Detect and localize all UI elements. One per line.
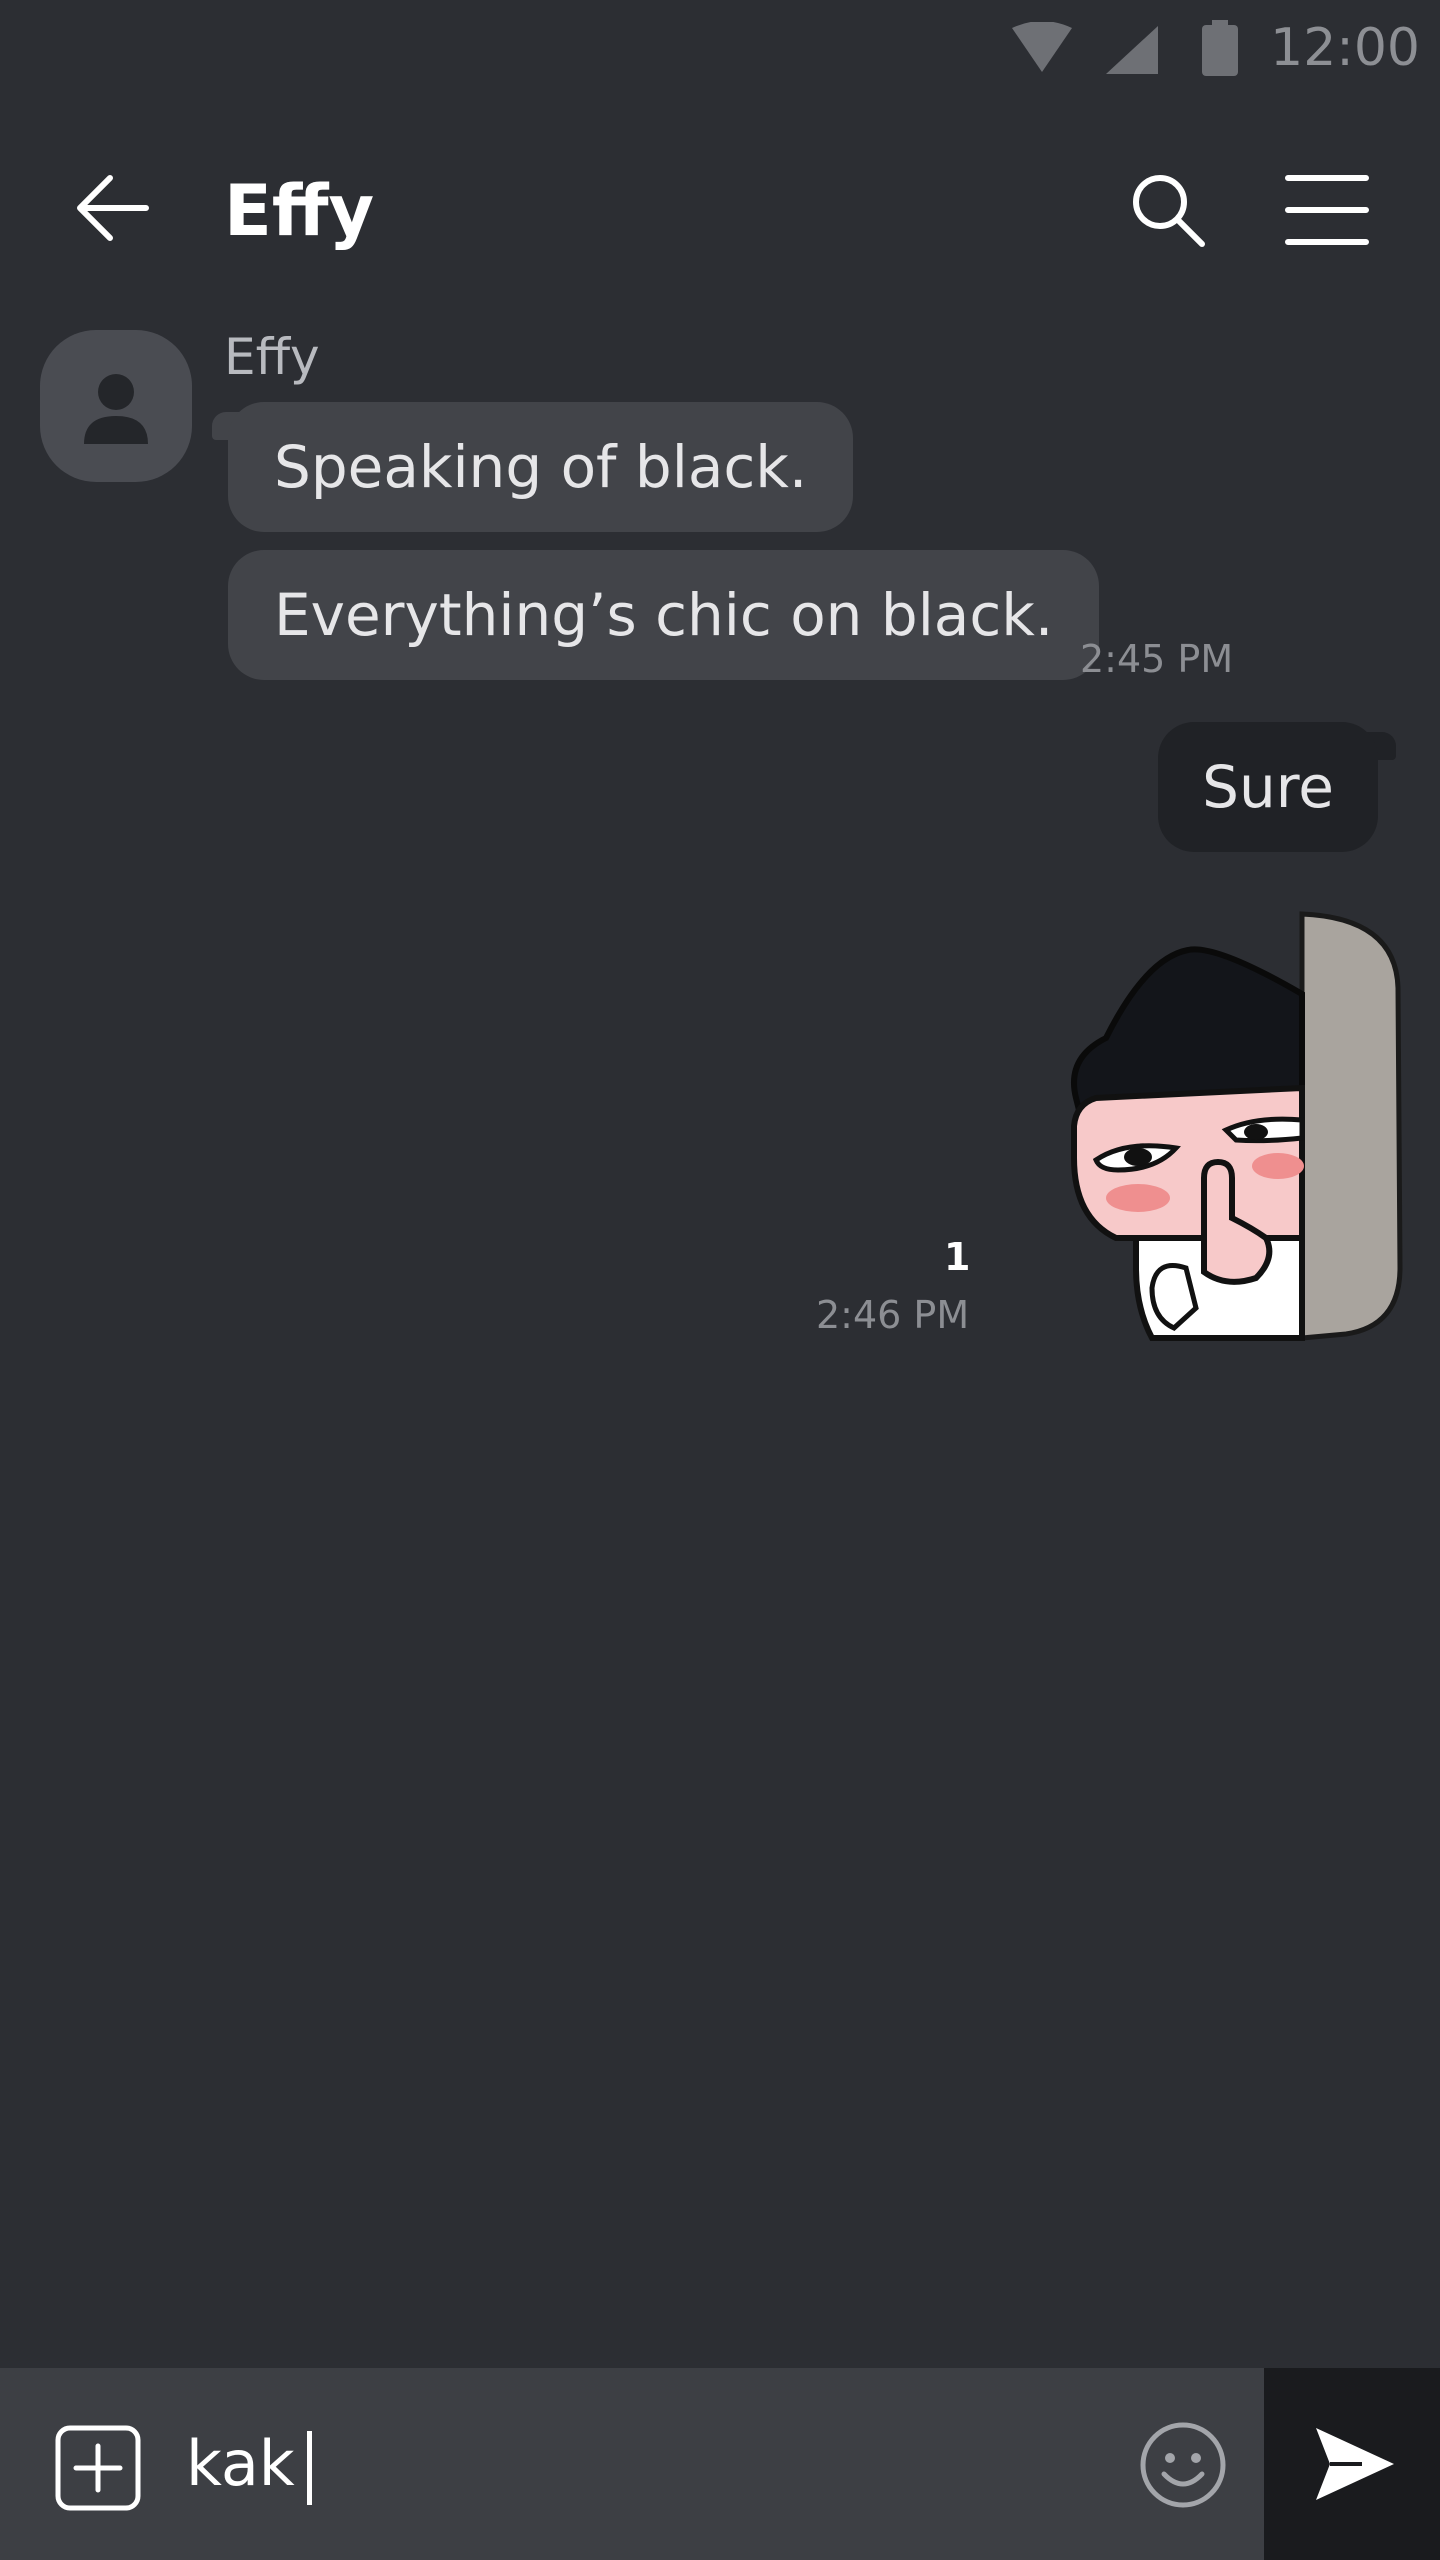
- unread-count: 1: [944, 1235, 971, 1279]
- incoming-message[interactable]: Speaking of black.: [228, 402, 854, 532]
- chat-screen: 12:00 Effy Effy Speaking of black. Every…: [0, 0, 1440, 2560]
- wifi-icon: [1012, 22, 1072, 72]
- sender-name: Effy: [224, 328, 320, 386]
- chat-header: Effy: [0, 110, 1440, 310]
- message-time: 2:46 PM: [816, 1293, 970, 1337]
- menu-icon[interactable]: [1284, 172, 1370, 248]
- outgoing-message[interactable]: Sure: [1158, 722, 1378, 852]
- incoming-message[interactable]: Everything’s chic on black.: [228, 550, 1100, 680]
- avatar[interactable]: [40, 330, 192, 482]
- message-time: 2:45 PM: [1080, 637, 1234, 681]
- battery-icon: [1202, 20, 1238, 76]
- message-input[interactable]: kak: [186, 2422, 312, 2506]
- text-caret: [306, 2430, 312, 2505]
- emoji-icon[interactable]: [1138, 2420, 1228, 2510]
- status-bar: 12:00: [0, 0, 1440, 96]
- send-button[interactable]: [1264, 2368, 1440, 2560]
- chat-title: Effy: [224, 170, 375, 252]
- add-icon[interactable]: [54, 2424, 142, 2512]
- search-icon[interactable]: [1128, 170, 1208, 250]
- message-composer: kak: [0, 2368, 1264, 2560]
- cell-signal-icon: [1106, 26, 1158, 74]
- message-input-text: kak: [186, 2427, 295, 2500]
- status-time: 12:00: [1270, 18, 1420, 78]
- back-arrow-icon[interactable]: [74, 170, 150, 246]
- shushing-character-sticker[interactable]: [1056, 908, 1408, 1344]
- person-icon: [84, 374, 148, 444]
- send-icon: [1316, 2428, 1394, 2500]
